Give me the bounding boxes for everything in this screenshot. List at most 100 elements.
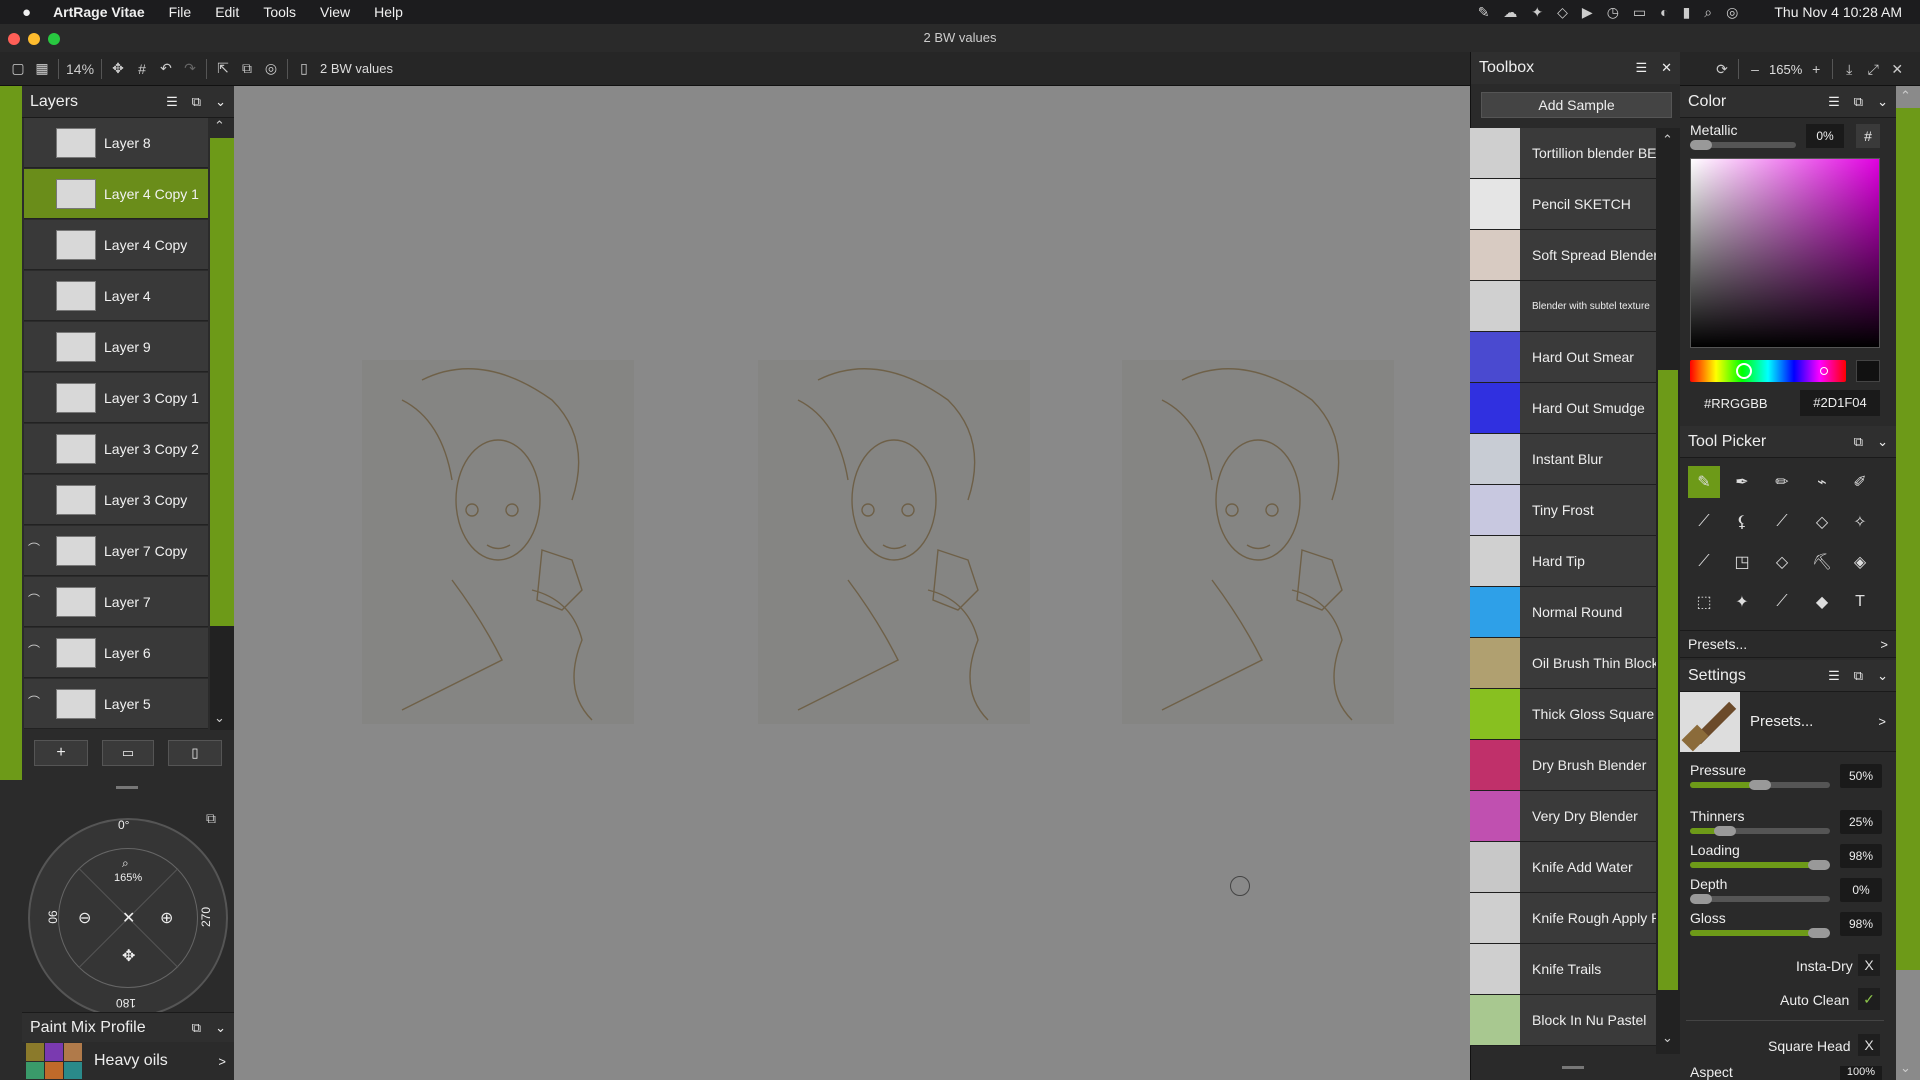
chalk-tool-icon[interactable]: ⟋: [1688, 506, 1720, 538]
tool-preset-item[interactable]: Instant Blur: [1470, 434, 1656, 485]
layer-row[interactable]: ⌒ Layer 7 Copy: [24, 526, 208, 576]
settings-presets-row[interactable]: Presets... >: [1680, 691, 1896, 752]
tool-preset-item[interactable]: Dry Brush Blender: [1470, 740, 1656, 791]
metallic-slider[interactable]: [1690, 140, 1796, 150]
add-sample-button[interactable]: Add Sample: [1481, 92, 1672, 118]
insta-dry-checkbox[interactable]: X: [1858, 954, 1880, 976]
watercolor-tool-icon[interactable]: ◇: [1806, 506, 1838, 538]
setting-value[interactable]: 98%: [1840, 844, 1882, 868]
layers-menu-icon[interactable]: ☰: [166, 94, 178, 110]
tool-preset-item[interactable]: Block In Nu Pastel: [1470, 995, 1656, 1046]
pencil-tool-icon[interactable]: ✏: [1766, 466, 1798, 498]
visibility-icon[interactable]: ⌒: [28, 540, 40, 557]
slider-knob[interactable]: [1808, 928, 1830, 938]
download-icon[interactable]: ⤓: [1837, 57, 1861, 81]
gloop-pen-tool-icon[interactable]: ◇: [1766, 546, 1798, 578]
smear-tool-icon[interactable]: ⟋: [1766, 586, 1798, 618]
tool-presets-row[interactable]: Presets... >: [1680, 630, 1896, 658]
layer-row[interactable]: ⌒ Layer 5: [24, 679, 208, 729]
zoom-in-button[interactable]: +: [1804, 57, 1828, 81]
zoom-out-icon[interactable]: ⊖: [78, 908, 91, 928]
tool-preset-item[interactable]: Knife Trails: [1470, 944, 1656, 995]
scroll-down-icon[interactable]: ⌄: [214, 710, 225, 726]
tool-picker-popout-icon[interactable]: ⧉: [1854, 434, 1863, 450]
setting-slider[interactable]: [1690, 860, 1830, 870]
tool-picker-collapse-icon[interactable]: ⌄: [1877, 434, 1888, 450]
setting-slider[interactable]: [1690, 780, 1830, 790]
visibility-icon[interactable]: ⌒: [28, 693, 40, 710]
tool-preset-item[interactable]: Soft Spread Blender: [1470, 230, 1656, 281]
hex-value-input[interactable]: #2D1F04: [1800, 390, 1880, 416]
text-tool-icon[interactable]: T: [1844, 586, 1876, 618]
tool-preset-item[interactable]: Pencil SKETCH: [1470, 179, 1656, 230]
tool-preset-item[interactable]: Oil Brush Thin Block In: [1470, 638, 1656, 689]
right-scroll-up-icon[interactable]: ⌃: [1900, 88, 1911, 104]
toolbox-scroll-down-icon[interactable]: ⌄: [1662, 1030, 1673, 1046]
glitter-tool-icon[interactable]: ✧: [1844, 506, 1876, 538]
settings-menu-icon[interactable]: ☰: [1828, 668, 1840, 684]
sticker-tool-icon[interactable]: ◳: [1726, 546, 1758, 578]
tool-preset-item[interactable]: Knife Rough Apply Paint: [1470, 893, 1656, 944]
layer-row[interactable]: ⌒ Layer 7: [24, 577, 208, 627]
tool-preset-item[interactable]: Tiny Frost: [1470, 485, 1656, 536]
setting-slider[interactable]: [1690, 928, 1830, 938]
color-popout-icon[interactable]: ⧉: [1854, 94, 1863, 110]
color-sampler-tool-icon[interactable]: ◆: [1806, 586, 1838, 618]
slider-knob[interactable]: [1714, 826, 1736, 836]
tool-preset-item[interactable]: Thick Gloss Square: [1470, 689, 1656, 740]
chevron-right-icon[interactable]: >: [218, 1054, 226, 1069]
toolbox-resize-handle[interactable]: [1562, 1066, 1584, 1069]
right-scroll-down-icon[interactable]: ⌄: [1900, 1060, 1911, 1076]
fullscreen-icon[interactable]: ⤢: [1861, 57, 1885, 81]
tool-preset-item[interactable]: Very Dry Blender: [1470, 791, 1656, 842]
document-icon[interactable]: ▯: [292, 57, 316, 81]
canvas-icon[interactable]: ▢: [6, 57, 30, 81]
right-edge-bar[interactable]: [1896, 108, 1920, 970]
tool-preset-item[interactable]: Blender with subtel texture: [1470, 281, 1656, 332]
redo-icon[interactable]: ↷: [178, 57, 202, 81]
toolbox-menu-icon[interactable]: ☰: [1635, 60, 1647, 76]
selection-tool-icon[interactable]: ⬚: [1688, 586, 1720, 618]
setting-value[interactable]: 0%: [1840, 878, 1882, 902]
scroll-up-icon[interactable]: ⌃: [214, 118, 225, 134]
menu-file[interactable]: File: [169, 4, 192, 20]
zoom-fit-icon[interactable]: ⌕: [122, 856, 129, 871]
right-zoom-level[interactable]: 165%: [1769, 62, 1802, 77]
hue-slider[interactable]: [1690, 360, 1846, 382]
layer-row[interactable]: Layer 9: [24, 322, 208, 372]
pen-tool-icon[interactable]: ✒: [1726, 466, 1758, 498]
felt-pen-tool-icon[interactable]: ⟋: [1766, 506, 1798, 538]
copy-layer-icon[interactable]: ⧉: [235, 57, 259, 81]
toolbox-scroll-up-icon[interactable]: ⌃: [1662, 132, 1673, 148]
toolbox-close-icon[interactable]: ✕: [1661, 60, 1672, 76]
layer-row[interactable]: Layer 4 Copy: [24, 220, 208, 270]
current-color-swatch[interactable]: [1856, 360, 1880, 382]
menu-view[interactable]: View: [320, 4, 350, 20]
layer-row[interactable]: Layer 3 Copy: [24, 475, 208, 525]
close-window-button[interactable]: [8, 33, 20, 45]
layers-scrollbar[interactable]: [210, 138, 234, 626]
hue-knob[interactable]: [1736, 363, 1752, 379]
pan-icon[interactable]: ✥: [122, 946, 135, 966]
tool-preset-item[interactable]: Hard Tip: [1470, 536, 1656, 587]
layer-group-button[interactable]: ▭: [102, 740, 154, 766]
zoom-out-button[interactable]: –: [1743, 57, 1767, 81]
tool-preset-item[interactable]: Normal Round: [1470, 587, 1656, 638]
menu-tools[interactable]: Tools: [263, 4, 296, 20]
paint-roller-tool-icon[interactable]: ⛏: [1806, 546, 1838, 578]
layout-icon[interactable]: ▦: [30, 57, 54, 81]
layer-row[interactable]: Layer 3 Copy 2: [24, 424, 208, 474]
zoom-in-icon[interactable]: ⊕: [160, 908, 173, 928]
menu-edit[interactable]: Edit: [215, 4, 239, 20]
pastel-tool-icon[interactable]: ✐: [1844, 466, 1876, 498]
export-icon[interactable]: ⇱: [211, 57, 235, 81]
square-head-checkbox[interactable]: X: [1858, 1034, 1880, 1056]
tool-preset-item[interactable]: Tortillion blender BEST: [1470, 128, 1656, 179]
navigator-wheel[interactable]: 0° 165% 90 270 180 ⊖ ✕ ⊕ ✥ ⌕: [28, 818, 228, 1018]
status-icons[interactable]: ✎☁✦◇▶◷▭◐▮⌕◎: [1478, 4, 1753, 21]
metallic-value[interactable]: 0%: [1806, 124, 1844, 148]
add-layer-button[interactable]: +: [34, 740, 88, 766]
oil-brush-tool-icon[interactable]: ✎: [1688, 466, 1720, 498]
transform-tool-icon[interactable]: ✦: [1726, 586, 1758, 618]
fill-tool-icon[interactable]: ◈: [1844, 546, 1876, 578]
